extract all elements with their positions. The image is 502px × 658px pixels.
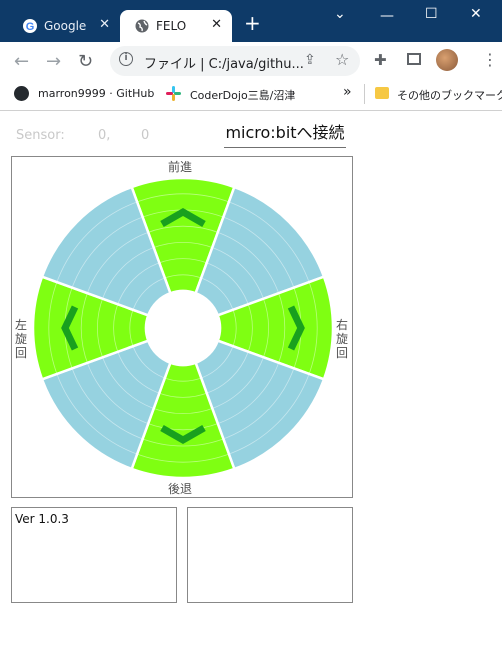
reload-icon[interactable]: ↻ xyxy=(78,51,93,72)
turn-right-char: 旋 xyxy=(335,332,348,346)
close-icon[interactable]: ✕ xyxy=(99,17,110,32)
turn-left-char: 左 xyxy=(14,318,27,332)
sensor-x-value: 0, xyxy=(98,128,111,143)
github-icon xyxy=(14,86,29,101)
sensor-y-value: 0 xyxy=(141,128,150,143)
side-panel-icon[interactable] xyxy=(407,53,421,65)
turn-left-char: 回 xyxy=(14,346,27,360)
turn-right-label: 右 旋 回 xyxy=(335,318,349,360)
bookmark-other[interactable]: その他のブックマーク xyxy=(397,87,502,103)
output-panel xyxy=(187,507,353,603)
share-icon[interactable]: ⇪ xyxy=(304,52,316,68)
svg-text:G: G xyxy=(26,21,35,33)
close-icon[interactable]: ✕ xyxy=(211,17,222,32)
tab-google-label: Google xyxy=(44,19,87,33)
back-label: 後退 xyxy=(168,482,193,496)
forward-arrow-icon[interactable]: → xyxy=(46,51,61,72)
turn-left-label: 左 旋 回 xyxy=(14,318,28,360)
tab-google[interactable]: G Google ✕ xyxy=(8,10,120,42)
forward-label: 前進 xyxy=(168,160,193,174)
turn-left-char: 旋 xyxy=(14,332,27,346)
bookmark-coderdojo[interactable]: CoderDojo三島/沼津 xyxy=(190,87,295,103)
slack-icon xyxy=(166,86,181,101)
back-arrow-icon[interactable]: ← xyxy=(14,51,29,72)
center-hub xyxy=(146,291,220,365)
bookmark-overflow[interactable]: » xyxy=(343,84,352,100)
google-icon: G xyxy=(22,18,38,34)
tab-felo-label: FELO xyxy=(156,19,187,33)
control-pad xyxy=(31,176,335,480)
version-text: Ver 1.0.3 xyxy=(15,512,69,526)
turn-right-char: 右 xyxy=(335,318,348,332)
star-icon[interactable]: ☆ xyxy=(335,50,349,69)
maximize-button[interactable]: ☐ xyxy=(425,6,438,22)
chevron-down-icon[interactable]: ⌄ xyxy=(334,6,346,22)
extensions-icon[interactable]: ✚ xyxy=(374,51,387,69)
globe-icon xyxy=(134,18,150,34)
window-close-button[interactable]: ✕ xyxy=(470,6,482,22)
avatar[interactable] xyxy=(436,49,458,71)
sensor-label: Sensor: xyxy=(16,128,65,143)
minimize-button[interactable]: — xyxy=(380,8,394,24)
info-icon[interactable]: i xyxy=(119,52,133,66)
folder-icon xyxy=(375,87,389,99)
menu-icon[interactable]: ⋮ xyxy=(482,50,498,69)
connect-microbit-button[interactable]: micro:bitへ接続 xyxy=(224,121,346,148)
address-text[interactable]: ファイル | C:/java/githu... xyxy=(144,53,304,72)
bookmark-github[interactable]: marron9999 · GitHub xyxy=(38,87,154,100)
turn-right-char: 回 xyxy=(335,346,348,360)
new-tab-button[interactable]: + xyxy=(244,12,261,34)
divider xyxy=(364,84,365,104)
tab-felo[interactable]: FELO ✕ xyxy=(120,10,232,42)
